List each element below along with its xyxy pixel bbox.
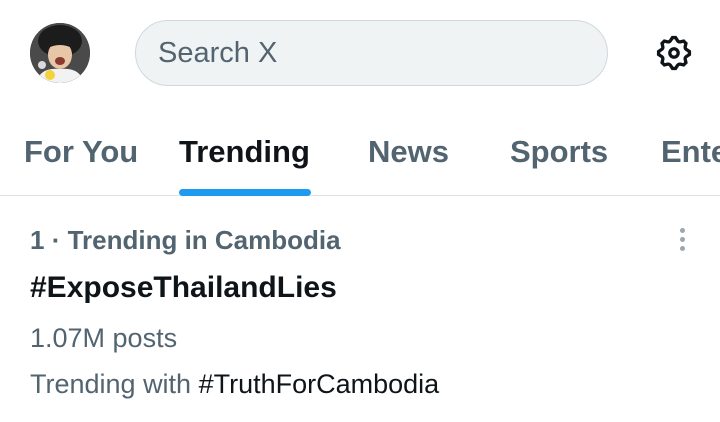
- search-input[interactable]: Search X: [135, 20, 608, 86]
- trend-category: Trending in Cambodia: [67, 225, 341, 255]
- tab-for-you[interactable]: For You: [24, 110, 139, 196]
- tab-news[interactable]: News: [368, 110, 454, 196]
- tab-label: Trending: [179, 134, 310, 169]
- avatar-image: [30, 23, 90, 83]
- tab-label: For You: [24, 134, 139, 169]
- more-vertical-icon: [679, 227, 685, 233]
- trend-hashtag[interactable]: #ExposeThailandLies: [30, 271, 337, 305]
- trend-separator: ·: [44, 225, 68, 255]
- tab-label: Sports: [510, 134, 609, 169]
- more-vertical-icon: [679, 245, 685, 251]
- gear-icon: [656, 35, 692, 71]
- tab-entertainment[interactable]: Entertainment: [661, 110, 720, 196]
- active-tab-indicator: [179, 189, 311, 196]
- search-placeholder: Search X: [158, 36, 278, 69]
- tab-label: News: [368, 134, 449, 169]
- trend-item[interactable]: 1 · Trending in Cambodia #ExposeThailand…: [0, 197, 720, 422]
- trending-with: Trending with #TruthForCambodia: [30, 369, 439, 400]
- more-options-button[interactable]: [664, 219, 700, 259]
- explore-page: Search X For You Trending News Sports En…: [0, 0, 720, 422]
- trend-context: 1 · Trending in Cambodia: [30, 225, 341, 256]
- settings-button[interactable]: [652, 31, 696, 75]
- more-vertical-icon: [679, 236, 685, 242]
- explore-tabs: For You Trending News Sports Entertainme…: [0, 110, 720, 196]
- trend-post-count: 1.07M posts: [30, 323, 178, 353]
- trending-with-hashtag[interactable]: #TruthForCambodia: [199, 369, 440, 399]
- tab-sports[interactable]: Sports: [510, 110, 614, 196]
- user-avatar[interactable]: [30, 23, 90, 83]
- tab-trending[interactable]: Trending: [179, 110, 311, 196]
- tab-label: Entertainment: [661, 134, 720, 169]
- trend-rank: 1: [30, 225, 45, 255]
- trending-with-label: Trending with: [30, 369, 192, 399]
